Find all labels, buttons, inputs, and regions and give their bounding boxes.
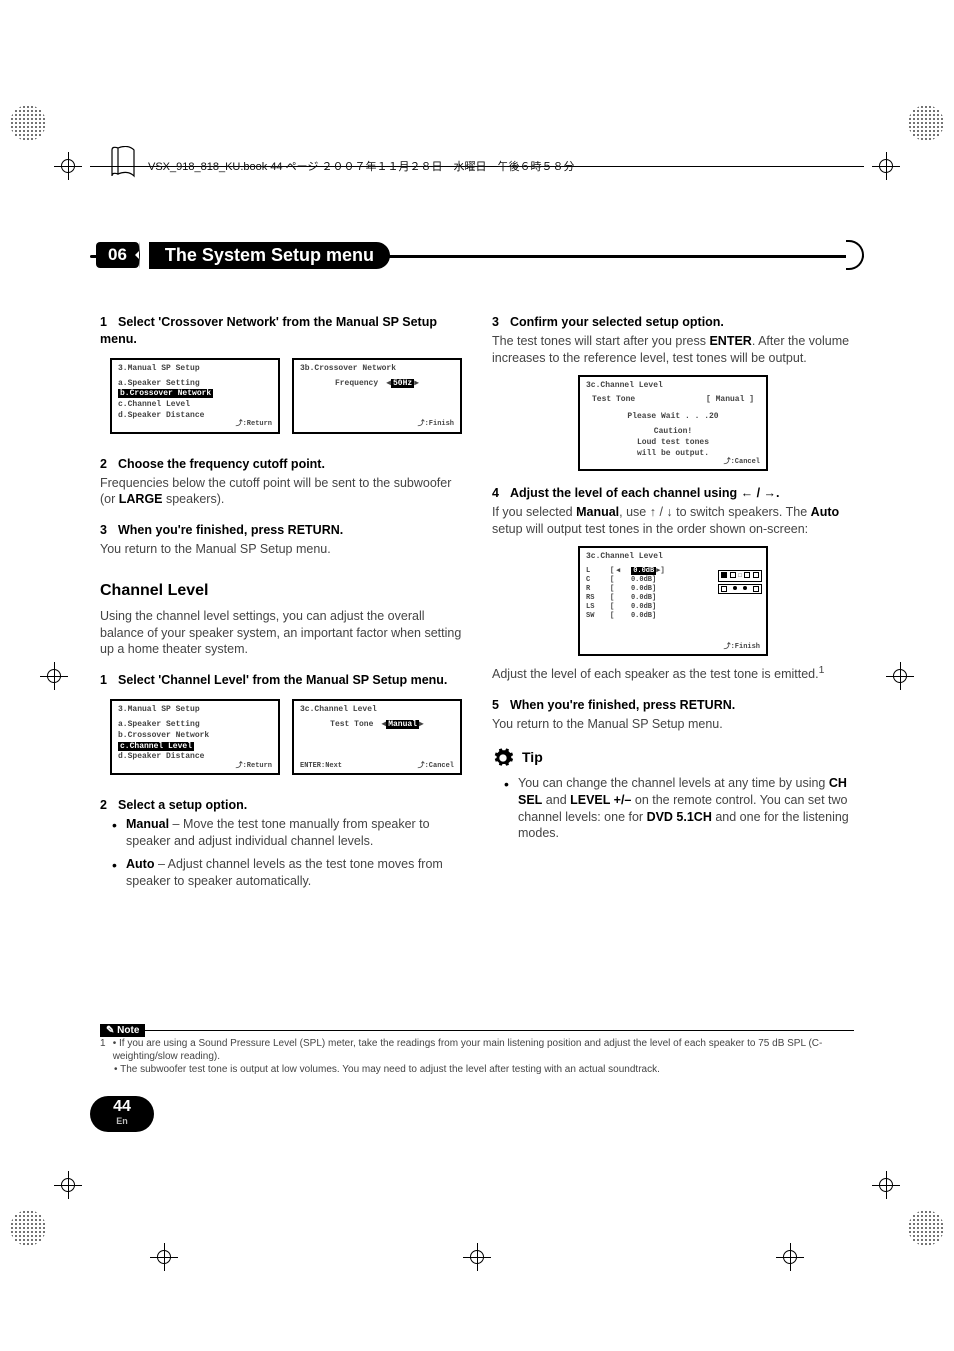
tip-label: Tip (522, 748, 543, 767)
crop-mark-icon (872, 1171, 900, 1199)
osd-test-tone-wait: 3c.Channel Level Test Tone[ Manual ] Ple… (578, 375, 768, 472)
osd-channel-level-select: 3c.Channel Level Test Tone ◀Manual▶ ENTE… (292, 699, 462, 775)
page-number-badge: 44 En (90, 1096, 154, 1132)
body-text: If you selected Manual, use ↑ / ↓ to swi… (492, 504, 854, 538)
crop-mark-icon (776, 1243, 804, 1271)
chapter-bar: 06 The System Setup menu (90, 240, 864, 270)
arrow-left-right-icon: ← / → (741, 486, 776, 500)
print-mark (908, 1210, 944, 1246)
list-item: Manual – Move the test tone manually fro… (126, 816, 462, 850)
body-text: Using the channel level settings, you ca… (100, 608, 462, 659)
step-heading: 5When you're finished, press RETURN. (492, 697, 854, 714)
crop-mark-icon (54, 152, 82, 180)
step-heading: 3Confirm your selected setup option. (492, 314, 854, 331)
note-label: Note (117, 1025, 139, 1036)
osd-manual-sp-setup: 3.Manual SP Setup a.Speaker Setting b.Cr… (110, 358, 280, 434)
section-heading: Channel Level (100, 580, 462, 602)
crop-mark-icon (872, 152, 900, 180)
osd-manual-sp-setup-2: 3.Manual SP Setup a.Speaker Setting b.Cr… (110, 699, 280, 775)
book-header-text: VSX_918_818_KU.book 44 ページ ２００７年１１月２８日 水… (148, 158, 574, 174)
note-section: ✎ Note 1• If you are using a Sound Press… (100, 1030, 854, 1076)
body-text: Frequencies below the cutoff point will … (100, 475, 462, 509)
arrow-up-down-icon: ↑ / ↓ (650, 505, 673, 519)
page-lang: En (90, 1116, 154, 1126)
step-heading: 2Select a setup option. (100, 797, 462, 814)
print-mark (10, 105, 46, 141)
crop-mark-icon (463, 1243, 491, 1271)
footnote-text: • If you are using a Sound Pressure Leve… (113, 1037, 854, 1063)
crop-mark-icon (54, 1171, 82, 1199)
osd-channel-level-values: 3c.Channel Level L[◀0.0dB▶] C[0.0dB ] R[… (578, 546, 768, 656)
list-item: Auto – Adjust channel levels as the test… (126, 856, 462, 890)
footnote-number: 1 (100, 1037, 113, 1063)
crop-mark-icon (150, 1243, 178, 1271)
footnote-text: • The subwoofer test tone is output at l… (114, 1063, 660, 1076)
list-item: You can change the channel levels at any… (518, 775, 854, 843)
step-heading: 1Select 'Crossover Network' from the Man… (100, 314, 462, 348)
chapter-title: The System Setup menu (149, 242, 390, 269)
body-text: Adjust the level of each speaker as the … (492, 664, 854, 683)
body-text: You return to the Manual SP Setup menu. (492, 716, 854, 733)
step-heading: 3When you're finished, press RETURN. (100, 522, 462, 539)
step-heading: 1Select 'Channel Level' from the Manual … (100, 672, 462, 689)
step-heading: 4Adjust the level of each channel using … (492, 485, 854, 502)
gear-icon (492, 747, 514, 769)
body-text: The test tones will start after you pres… (492, 333, 854, 367)
left-column: 1Select 'Crossover Network' from the Man… (100, 300, 462, 896)
page-number: 44 (90, 1096, 154, 1116)
print-mark (10, 1210, 46, 1246)
chapter-number: 06 (96, 242, 139, 268)
book-icon (110, 146, 136, 178)
speaker-layout-icon: □ (718, 570, 762, 596)
footnote-ref: 1 (819, 665, 825, 676)
osd-crossover-network: 3b.Crossover Network Frequency ◀50Hz▶ ⤴:… (292, 358, 462, 434)
print-mark (908, 105, 944, 141)
body-text: You return to the Manual SP Setup menu. (100, 541, 462, 558)
step-heading: 2Choose the frequency cutoff point. (100, 456, 462, 473)
right-column: 3Confirm your selected setup option. The… (492, 300, 854, 896)
